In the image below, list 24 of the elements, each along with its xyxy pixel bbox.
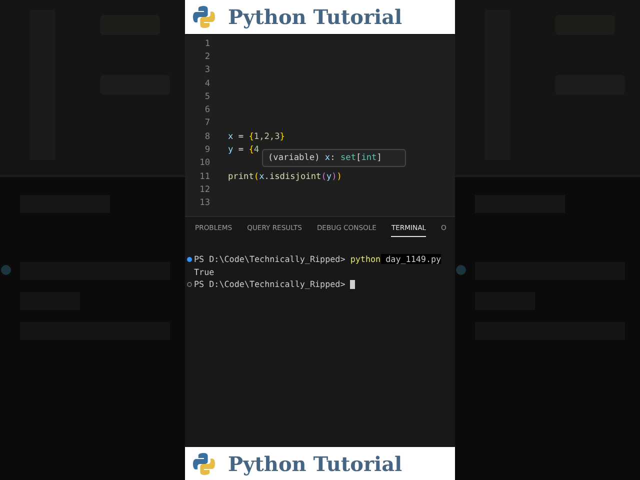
banner-title: Python Tutorial <box>228 5 402 29</box>
terminal-line: True <box>194 266 214 277</box>
hover-tooltip: (variable) x: set[int] <box>262 149 406 167</box>
python-logo-icon <box>192 5 216 29</box>
line-number: 13 <box>198 198 210 208</box>
line-number: 10 <box>198 158 210 168</box>
line-number: 8 <box>204 132 210 142</box>
python-logo-icon <box>192 452 216 476</box>
code-line: print(x.isdisjoint(y)) <box>228 172 342 182</box>
line-number: 2 <box>204 52 210 62</box>
code-line: x = {1,2,3} <box>228 132 285 142</box>
line-number: 6 <box>204 105 210 116</box>
banner-title: Python Tutorial <box>228 452 402 476</box>
line-number: 7 <box>204 118 210 128</box>
line-number: 12 <box>198 184 210 195</box>
line-number: 3 <box>204 65 210 76</box>
line-number: 1 <box>204 38 210 49</box>
code-line: y = {4 <box>228 145 260 156</box>
terminal-line: PS D:\Code\Technically_Ripped> <box>194 279 346 290</box>
line-number: 5 <box>204 92 210 102</box>
terminal-line: PS D:\Code\Technically_Ripped> python day_1149.py <box>194 254 442 264</box>
line-number: 11 <box>198 172 210 182</box>
line-number: 4 <box>204 78 210 89</box>
line-number: 9 <box>204 145 210 156</box>
